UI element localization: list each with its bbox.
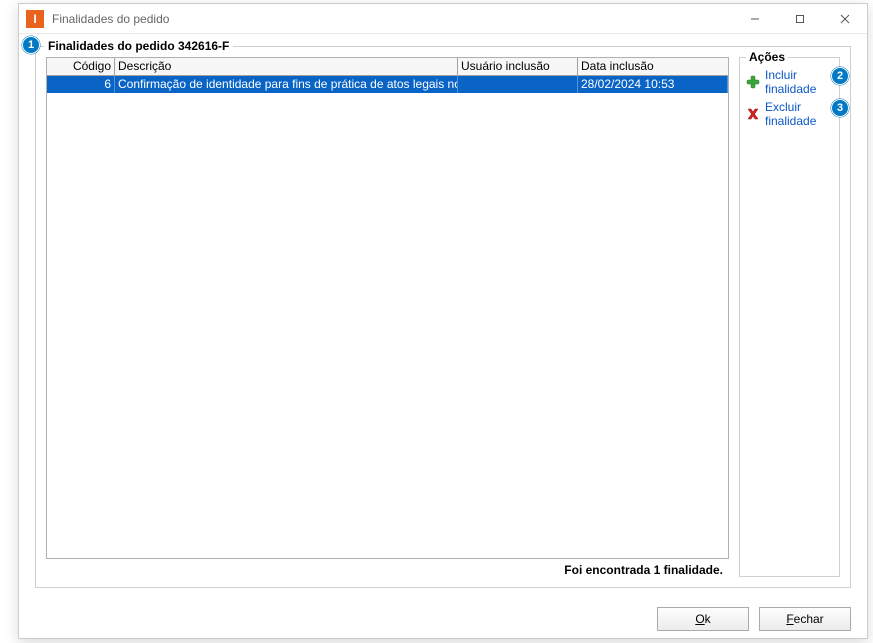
titlebar[interactable]: I Finalidades do pedido: [19, 4, 867, 34]
grid-area: Código Descrição Usuário inclusão Data i…: [46, 57, 729, 577]
plus-icon: [746, 74, 760, 90]
close-icon: [840, 14, 850, 24]
app-icon: I: [26, 10, 44, 28]
body-area: 1 Finalidades do pedido 342616-F Código …: [19, 34, 867, 600]
delete-x-icon: [746, 106, 760, 122]
group-title: Finalidades do pedido 342616-F: [44, 39, 233, 53]
button-bar: Ok Fechar: [19, 600, 867, 638]
window-title: Finalidades do pedido: [52, 12, 732, 26]
cell-usuario: [458, 76, 578, 93]
cell-codigo: 6: [47, 76, 115, 93]
app-icon-letter: I: [33, 12, 36, 26]
col-header-descricao[interactable]: Descrição: [115, 58, 458, 76]
col-header-usuario[interactable]: Usuário inclusão: [458, 58, 578, 76]
window: I Finalidades do pedido 1 Finalidades do…: [18, 3, 868, 639]
purposes-table[interactable]: Código Descrição Usuário inclusão Data i…: [46, 57, 729, 559]
ok-rest: k: [705, 612, 711, 626]
annotation-badge-2: 2: [831, 67, 849, 85]
actions-title: Ações: [746, 50, 788, 64]
actions-group: Ações Incluir finalidade 2: [739, 57, 840, 577]
cell-data: 28/02/2024 10:53: [578, 76, 728, 93]
purposes-group: 1 Finalidades do pedido 342616-F Código …: [35, 46, 851, 588]
maximize-button[interactable]: [777, 4, 822, 33]
annotation-badge-3: 3: [831, 99, 849, 117]
annotation-badge-1: 1: [22, 36, 40, 54]
ok-button[interactable]: Ok: [657, 607, 749, 631]
col-header-codigo[interactable]: Código: [47, 58, 115, 76]
close-button[interactable]: [822, 4, 867, 33]
minimize-button[interactable]: [732, 4, 777, 33]
actions-panel: Ações Incluir finalidade 2: [739, 57, 840, 577]
action-incluir-label: Incluir finalidade: [765, 68, 833, 96]
window-controls: [732, 4, 867, 33]
action-incluir-finalidade[interactable]: Incluir finalidade 2: [746, 66, 833, 98]
minimize-icon: [750, 14, 760, 24]
cell-descricao: Confirmação de identidade para fins de p…: [115, 76, 458, 93]
table-row[interactable]: 6 Confirmação de identidade para fins de…: [47, 76, 728, 93]
action-excluir-finalidade[interactable]: Excluir finalidade 3: [746, 98, 833, 130]
table-header: Código Descrição Usuário inclusão Data i…: [47, 58, 728, 76]
action-excluir-label: Excluir finalidade: [765, 100, 833, 128]
fechar-accelerator: F: [786, 612, 793, 626]
fechar-rest: echar: [794, 612, 824, 626]
ok-accelerator: O: [695, 612, 704, 626]
grid-status: Foi encontrada 1 finalidade.: [46, 559, 729, 577]
maximize-icon: [795, 14, 805, 24]
col-header-data[interactable]: Data inclusão: [578, 58, 728, 76]
close-button-bottom[interactable]: Fechar: [759, 607, 851, 631]
